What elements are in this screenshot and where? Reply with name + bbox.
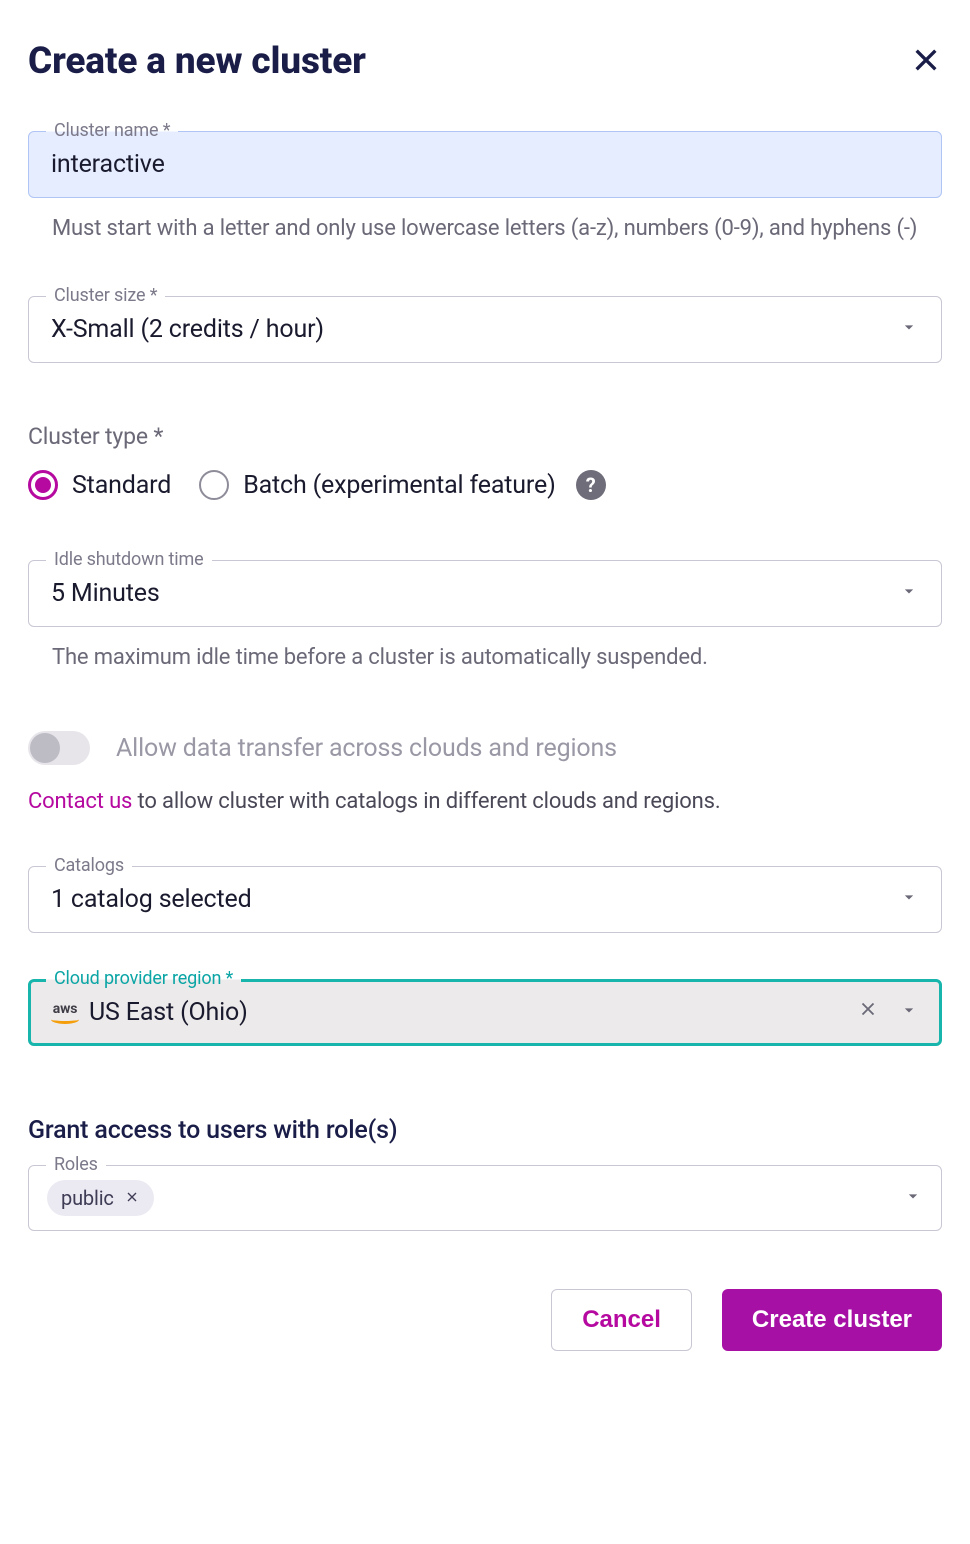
- catalogs-select[interactable]: 1 catalog selected: [28, 866, 942, 933]
- clear-region-icon[interactable]: [857, 998, 879, 1027]
- cancel-button[interactable]: Cancel: [551, 1289, 692, 1351]
- chevron-down-icon: [899, 885, 919, 914]
- idle-shutdown-value: 5 Minutes: [51, 579, 160, 608]
- radio-standard-circle: [28, 470, 58, 500]
- chevron-down-icon: [899, 579, 919, 608]
- role-chip-label: public: [61, 1186, 114, 1210]
- role-chip-public[interactable]: public: [47, 1180, 154, 1216]
- roles-label: Roles: [46, 1154, 106, 1175]
- cluster-size-select[interactable]: X-Small (2 credits / hour): [28, 296, 942, 363]
- idle-shutdown-select[interactable]: 5 Minutes: [28, 560, 942, 627]
- chevron-down-icon: [903, 1184, 923, 1213]
- contact-us-link[interactable]: Contact us: [28, 789, 132, 814]
- region-label: Cloud provider region *: [46, 968, 241, 989]
- region-value: US East (Ohio): [89, 998, 248, 1027]
- roles-heading: Grant access to users with role(s): [28, 1116, 942, 1145]
- chevron-down-icon: [899, 998, 919, 1027]
- create-cluster-button[interactable]: Create cluster: [722, 1289, 942, 1351]
- remove-chip-icon[interactable]: [124, 1186, 140, 1210]
- cluster-name-helper: Must start with a letter and only use lo…: [28, 212, 942, 246]
- radio-batch-circle: [199, 470, 229, 500]
- cluster-size-label: Cluster size *: [46, 285, 165, 306]
- roles-select[interactable]: public: [28, 1165, 942, 1231]
- cluster-type-label: Cluster type *: [28, 423, 942, 450]
- radio-standard-label: Standard: [72, 471, 171, 500]
- cluster-size-value: X-Small (2 credits / hour): [51, 315, 324, 344]
- cluster-name-value: interactive: [51, 150, 165, 179]
- help-icon[interactable]: ?: [576, 470, 606, 500]
- idle-shutdown-label: Idle shutdown time: [46, 549, 212, 570]
- cross-cloud-toggle[interactable]: [28, 731, 90, 765]
- radio-batch[interactable]: Batch (experimental feature) ?: [199, 470, 605, 500]
- catalogs-value: 1 catalog selected: [51, 885, 252, 914]
- cluster-name-label: Cluster name *: [46, 120, 178, 141]
- radio-standard[interactable]: Standard: [28, 470, 171, 500]
- toggle-knob: [30, 733, 60, 763]
- aws-icon: aws: [51, 1002, 79, 1024]
- contact-line: Contact us to allow cluster with catalog…: [28, 789, 942, 814]
- chevron-down-icon: [899, 315, 919, 344]
- cluster-name-input[interactable]: interactive: [28, 131, 942, 198]
- radio-batch-label: Batch (experimental feature): [243, 471, 555, 500]
- cross-cloud-toggle-label: Allow data transfer across clouds and re…: [116, 734, 617, 763]
- region-select[interactable]: aws US East (Ohio): [28, 979, 942, 1046]
- catalogs-label: Catalogs: [46, 855, 132, 876]
- dialog-title: Create a new cluster: [28, 40, 366, 83]
- close-icon[interactable]: [910, 44, 942, 80]
- idle-shutdown-helper: The maximum idle time before a cluster i…: [28, 641, 942, 675]
